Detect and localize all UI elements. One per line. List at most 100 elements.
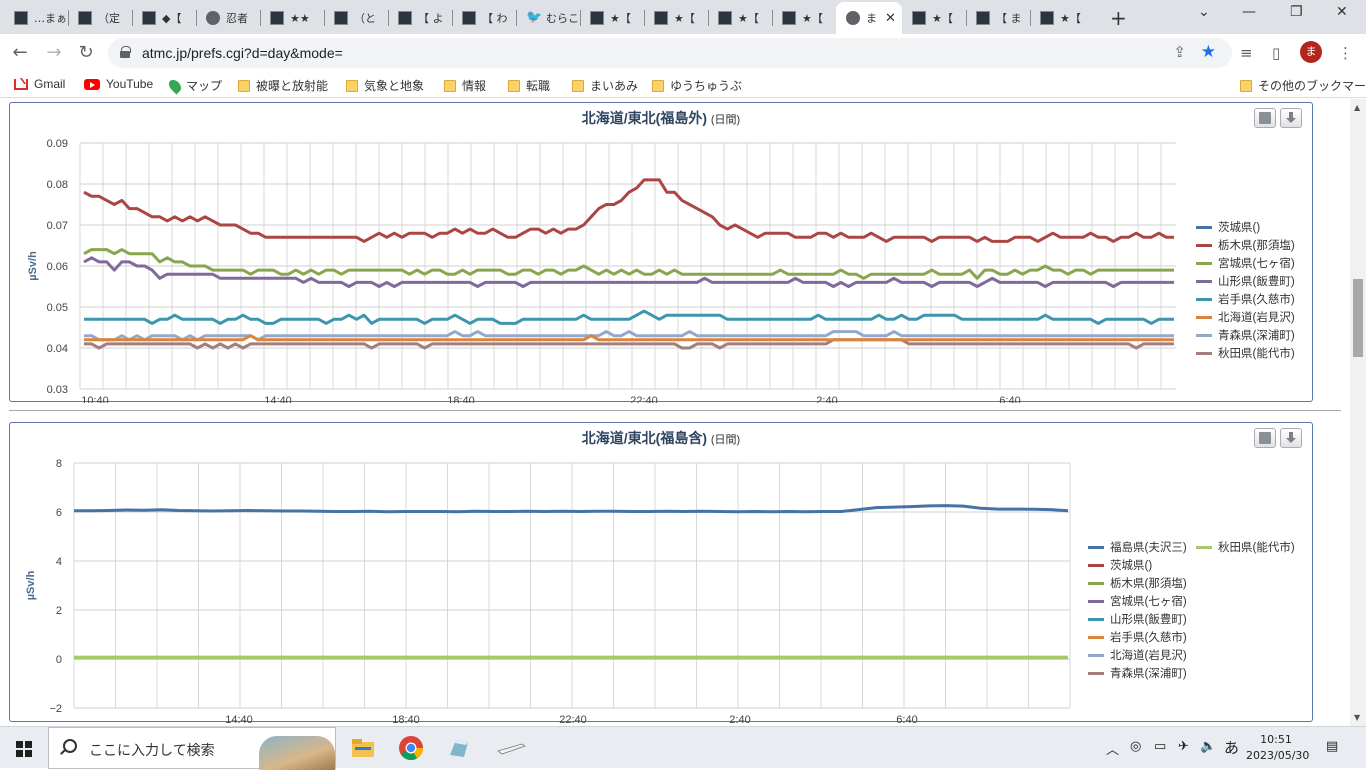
browser-tab[interactable]: 【 よ [388, 4, 452, 32]
bookmark-item[interactable]: 転職 [508, 77, 550, 94]
browser-tab[interactable]: 忍者 [196, 4, 260, 32]
minimize-icon[interactable]: — [1242, 4, 1256, 20]
bookmark-label: マップ [186, 79, 223, 93]
folder-icon [238, 79, 250, 92]
y-tick-label: −2 [49, 703, 62, 715]
browser-tab[interactable]: 🐦 むらこ [516, 4, 580, 32]
chrome-icon[interactable] [398, 735, 424, 761]
legend-item[interactable]: 山形県(飯豊町) [1088, 611, 1187, 627]
legend-item[interactable]: 秋田県(能代市) [1196, 539, 1295, 555]
browser-tab[interactable]: ★【 [1030, 4, 1094, 32]
forward-icon[interactable]: → [42, 41, 66, 65]
side-panel-icon[interactable]: ▯ [1272, 44, 1280, 62]
legend-item[interactable]: 北海道(岩見沢) [1088, 647, 1187, 663]
notification-icon[interactable]: ▤ [1326, 739, 1338, 754]
legend-item[interactable]: 山形県(飯豊町) [1196, 273, 1295, 289]
close-window-icon[interactable]: ✕ [1336, 4, 1348, 20]
address-bar[interactable]: atmc.jp/prefs.cgi?d=day&mode= ⇪ ★ [108, 38, 1232, 68]
clock-date: 2023/05/30 [1246, 749, 1310, 762]
browser-tab[interactable]: （と [324, 4, 388, 32]
series-line [83, 248, 1174, 280]
battery-icon[interactable]: ▭ [1154, 739, 1166, 754]
vertical-scrollbar[interactable]: ▲ ▼ [1350, 99, 1366, 726]
bookmark-item[interactable]: 気象と地象 [346, 77, 424, 94]
other-bookmarks-folder[interactable]: その他のブックマーク [1240, 77, 1366, 94]
tab-search-icon[interactable]: ⌄ [1198, 4, 1210, 20]
back-icon[interactable]: ← [8, 41, 32, 65]
legend-item[interactable]: 茨城県() [1088, 557, 1152, 573]
reading-list-icon[interactable]: ≡ [1240, 44, 1253, 62]
legend-item[interactable]: 栃木県(那須塩) [1088, 575, 1187, 591]
browser-tab[interactable]: ★【 [708, 4, 772, 32]
tab-label: ★【 [738, 12, 759, 25]
browser-tab[interactable]: ★【 [772, 4, 836, 32]
volume-icon[interactable]: 🔈 [1200, 739, 1216, 754]
tab-label: ★【 [610, 12, 631, 25]
legend-item[interactable]: 岩手県(久慈市) [1088, 629, 1187, 645]
browser-tab[interactable]: ★【 [580, 4, 644, 32]
tab-label: ★【 [802, 12, 823, 25]
download-button[interactable] [1280, 108, 1302, 128]
legend-item[interactable]: 宮城県(七ヶ宿) [1196, 255, 1295, 271]
browser-tab[interactable]: …まぁ [4, 4, 68, 32]
bookmark-item[interactable]: YouTube [84, 77, 153, 91]
taskbar-search-box[interactable]: ここに入力して検索 [48, 727, 336, 770]
browser-tab[interactable]: ◆【 [132, 4, 196, 32]
restore-icon[interactable]: ❐ [1290, 4, 1303, 20]
browser-tab[interactable]: ★【 [644, 4, 708, 32]
legend-item[interactable]: 北海道(岩見沢) [1196, 309, 1295, 325]
meet-now-icon[interactable]: ◎ [1130, 739, 1141, 754]
legend-swatch [1196, 279, 1212, 283]
globe-icon [206, 11, 220, 25]
legend-swatch [1196, 225, 1212, 229]
legend-item[interactable]: 青森県(深浦町) [1196, 327, 1295, 343]
close-tab-icon[interactable]: ✕ [885, 11, 896, 26]
airplane-mode-icon[interactable]: ✈ [1178, 739, 1189, 754]
new-tab-button[interactable]: + [1110, 6, 1127, 30]
app-icon[interactable] [446, 735, 472, 761]
x-tick-label: 14:40 [264, 395, 292, 403]
browser-tab[interactable]: ★★ [260, 4, 324, 32]
bookmark-item[interactable]: Gmail [14, 77, 65, 91]
browser-tab[interactable]: （定 [68, 4, 132, 32]
globe-icon [846, 11, 860, 25]
bookmark-item[interactable]: マップ [166, 77, 223, 94]
tray-overflow-icon[interactable]: ︿ [1106, 739, 1119, 758]
scrollbar-thumb[interactable] [1353, 279, 1363, 357]
print-button[interactable] [1254, 108, 1276, 128]
bookmark-star-icon[interactable]: ★ [1201, 42, 1216, 62]
menu-icon[interactable]: ⋮ [1338, 44, 1353, 62]
url-text[interactable]: atmc.jp/prefs.cgi?d=day&mode= [142, 45, 343, 61]
profile-avatar[interactable]: ま [1300, 41, 1322, 63]
ime-indicator[interactable]: あ [1224, 737, 1239, 758]
legend-item[interactable]: 栃木県(那須塩) [1196, 237, 1295, 253]
lock-icon[interactable] [120, 46, 131, 58]
legend-item[interactable]: 茨城県() [1196, 219, 1260, 235]
legend-item[interactable]: 秋田県(能代市) [1196, 345, 1295, 361]
legend-item[interactable]: 青森県(深浦町) [1088, 665, 1187, 681]
scroll-down-icon[interactable]: ▼ [1354, 713, 1360, 722]
bookmark-item[interactable]: 情報 [444, 77, 486, 94]
browser-tab[interactable]: ★【 [902, 4, 966, 32]
legend-item[interactable]: 宮城県(七ヶ宿) [1088, 593, 1187, 609]
reload-icon[interactable]: ↻ [74, 41, 98, 65]
legend-swatch [1196, 315, 1212, 319]
browser-tab[interactable]: 【 わ [452, 4, 516, 32]
bookmark-item[interactable]: まいあみ [572, 77, 638, 94]
share-icon[interactable]: ⇪ [1173, 43, 1186, 61]
airplane-app-icon[interactable] [496, 735, 526, 761]
bookmark-item[interactable]: 被曝と放射能 [238, 77, 328, 94]
scroll-up-icon[interactable]: ▲ [1354, 103, 1360, 112]
legend-item[interactable]: 福島県(夫沢三) [1088, 539, 1187, 555]
windows-start-icon[interactable] [16, 741, 32, 757]
legend-swatch [1088, 617, 1104, 621]
bookmark-item[interactable]: ゆうちゅうぶ [652, 77, 742, 94]
browser-tab[interactable]: 【 ま [966, 4, 1030, 32]
browser-tab[interactable]: ま ✕ [836, 2, 902, 34]
download-button[interactable] [1280, 428, 1302, 448]
maps-icon [166, 77, 184, 94]
legend-item[interactable]: 岩手県(久慈市) [1196, 291, 1295, 307]
file-explorer-icon[interactable] [350, 735, 376, 761]
system-clock[interactable]: 10:51 2023/05/30 [1246, 732, 1310, 764]
print-button[interactable] [1254, 428, 1276, 448]
